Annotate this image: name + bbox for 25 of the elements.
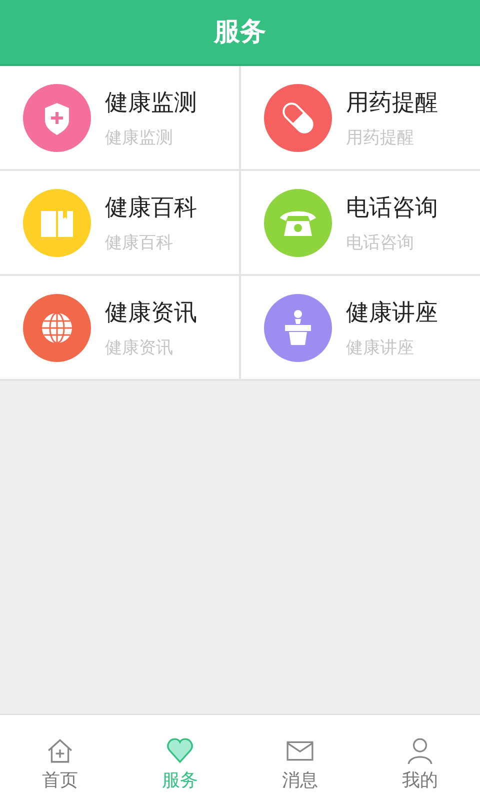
service-tile[interactable]: 健康百科 健康百科 [0, 171, 239, 274]
service-subtitle: 健康百科 [105, 232, 174, 254]
tab[interactable]: 我的 [360, 715, 480, 800]
service-tile[interactable]: 健康讲座 健康讲座 [241, 276, 480, 379]
service-title: 健康监测 [105, 88, 197, 118]
service-tile[interactable]: 电话咨询 电话咨询 [241, 171, 480, 274]
service-subtitle: 健康讲座 [346, 336, 415, 358]
tab[interactable]: 消息 [240, 715, 360, 800]
heart-icon [166, 737, 194, 765]
service-subtitle: 健康资讯 [105, 336, 174, 358]
service-title: 用药提醒 [346, 88, 438, 118]
person-icon [406, 737, 434, 765]
service-tile[interactable]: 健康资讯 健康资讯 [0, 276, 239, 379]
service-title: 健康资讯 [105, 298, 197, 328]
page-title: 服务 [212, 16, 267, 49]
service-subtitle: 健康监测 [105, 126, 174, 148]
service-title: 健康讲座 [346, 298, 438, 328]
service-tile[interactable]: 健康监测 健康监测 [0, 66, 239, 169]
service-subtitle: 用药提醒 [346, 126, 415, 148]
home-icon [46, 737, 74, 765]
service-title: 电话咨询 [346, 194, 438, 222]
service-subtitle: 电话咨询 [346, 232, 415, 254]
service-title: 健康百科 [105, 194, 197, 222]
service-tile[interactable]: 用药提醒 用药提醒 [241, 66, 480, 169]
tab[interactable]: 首页 [0, 715, 120, 800]
